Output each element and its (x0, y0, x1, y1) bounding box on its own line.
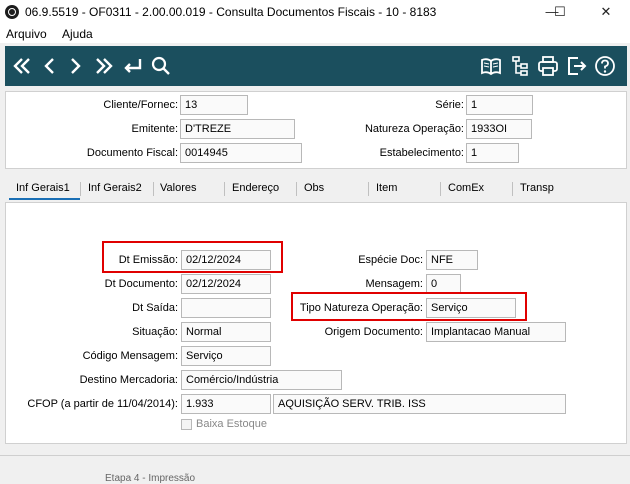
origem-documento-field[interactable]: Implantacao Manual (426, 322, 566, 342)
mensagem-field[interactable]: 0 (426, 274, 461, 294)
maximize-button[interactable]: ☐ (546, 2, 574, 22)
exit-icon[interactable] (565, 54, 589, 78)
destino-mercadoria-label: Destino Mercadoria: (79, 374, 178, 386)
tab-transp[interactable]: Transp (520, 182, 554, 194)
tab-separator (224, 182, 225, 196)
tab-obs[interactable]: Obs (304, 182, 324, 194)
status-ghost-text: Etapa 4 - Impressão (105, 473, 196, 484)
tab-separator (512, 182, 513, 196)
dt-saida-label: Dt Saída: (132, 302, 178, 314)
estabelecimento-field[interactable]: 1 (466, 143, 519, 163)
first-icon[interactable] (10, 54, 34, 78)
cfop-label: CFOP (a partir de 11/04/2014): (27, 398, 178, 410)
cliente-field[interactable]: 13 (180, 95, 248, 115)
help-icon[interactable] (593, 54, 617, 78)
documento-fiscal-field[interactable]: 0014945 (180, 143, 302, 163)
tab-valores[interactable]: Valores (160, 182, 196, 194)
tab-comex[interactable]: ComEx (448, 182, 484, 194)
destino-mercadoria-field[interactable]: Comércio/Indústria (181, 370, 342, 390)
codigo-mensagem-label: Código Mensagem: (82, 350, 178, 362)
baixa-estoque-checkbox[interactable] (181, 419, 192, 430)
print-icon[interactable] (536, 54, 560, 78)
dt-saida-field[interactable] (181, 298, 271, 318)
tree-icon[interactable] (508, 54, 532, 78)
estabelecimento-label: Estabelecimento: (379, 147, 464, 159)
close-button[interactable]: ✕ (592, 2, 620, 22)
book-icon[interactable] (479, 54, 503, 78)
tab-inf-gerais2[interactable]: Inf Gerais2 (88, 182, 142, 194)
origem-documento-label: Origem Documento: (324, 326, 423, 338)
emitente-field[interactable]: D'TREZE (180, 119, 295, 139)
highlight-dt-emissao (102, 241, 283, 273)
especie-doc-label: Espécie Doc: (358, 254, 423, 266)
emitente-label: Emitente: (131, 123, 178, 135)
natureza-operacao-label: Natureza Operação: (364, 123, 464, 135)
tab-separator (368, 182, 369, 196)
app-icon (5, 5, 19, 19)
situacao-label: Situação: (132, 326, 178, 338)
serie-field[interactable]: 1 (466, 95, 533, 115)
baixa-estoque-label: Baixa Estoque (196, 418, 267, 430)
tab-endereco[interactable]: Endereço (232, 182, 279, 194)
documento-fiscal-label: Documento Fiscal: (86, 147, 178, 159)
last-icon[interactable] (92, 54, 116, 78)
active-tab-indicator (9, 198, 80, 200)
window-title: 06.9.5519 - OF0311 - 2.00.00.019 - Consu… (25, 5, 437, 19)
dt-documento-field[interactable]: 02/12/2024 (181, 274, 271, 294)
highlight-tipo-natureza (291, 292, 527, 321)
natureza-operacao-field[interactable]: 1933OI (466, 119, 532, 139)
tab-inf-gerais1[interactable]: Inf Gerais1 (16, 182, 70, 194)
tab-item[interactable]: Item (376, 182, 397, 194)
tab-separator (80, 182, 81, 196)
menu-arquivo[interactable]: Arquivo (6, 27, 47, 41)
cliente-label: Cliente/Fornec: (103, 99, 178, 111)
tab-separator (153, 182, 154, 196)
tab-separator (296, 182, 297, 196)
status-bar (0, 455, 630, 482)
dt-documento-label: Dt Documento: (104, 278, 178, 290)
especie-doc-field[interactable]: NFE (426, 250, 478, 270)
mensagem-label: Mensagem: (365, 278, 423, 290)
codigo-mensagem-field[interactable]: Serviço (181, 346, 271, 366)
menu-bar (0, 25, 630, 43)
tab-separator (440, 182, 441, 196)
serie-label: Série: (435, 99, 464, 111)
menu-ajuda[interactable]: Ajuda (62, 27, 93, 41)
return-icon[interactable] (120, 54, 144, 78)
previous-icon[interactable] (38, 54, 62, 78)
situacao-field[interactable]: Normal (181, 322, 271, 342)
next-icon[interactable] (63, 54, 87, 78)
search-icon[interactable] (149, 54, 173, 78)
cfop-description-field[interactable]: AQUISIÇÃO SERV. TRIB. ISS (273, 394, 566, 414)
cfop-field[interactable]: 1.933 (181, 394, 271, 414)
